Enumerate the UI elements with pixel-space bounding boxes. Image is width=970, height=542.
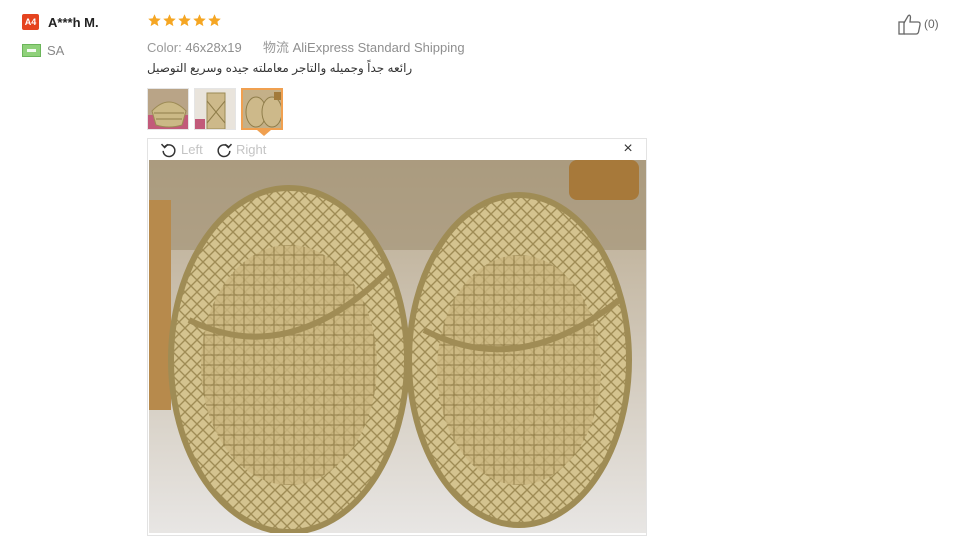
reviewer-country: SA: [47, 42, 65, 58]
active-thumbnail-caret: [257, 130, 271, 136]
viewer-toolbar: Left Right ×: [148, 139, 646, 160]
reviewer-row: A4 A***h M.: [22, 13, 142, 31]
star-icon: [193, 14, 206, 27]
star-rating: [147, 13, 222, 28]
review-thumbnails: [147, 88, 288, 130]
flag-icon: [22, 43, 41, 57]
rotate-left-label: Left: [181, 142, 203, 157]
review-thumbnail-active[interactable]: [241, 88, 283, 130]
thumbs-up-icon: [898, 14, 921, 35]
rotate-left-icon: [160, 143, 176, 157]
basket-photo-thumbnail: [148, 89, 188, 129]
avatar: A4: [22, 14, 39, 30]
star-icon: [148, 14, 161, 27]
shipping-label: 物流: [262, 40, 289, 55]
star-icon: [208, 14, 221, 27]
reviewer-name: A***h M.: [48, 14, 99, 30]
reviewer-info: A4 A***h M. SA: [22, 13, 142, 58]
rotate-right-icon: [217, 143, 233, 157]
image-viewer: Left Right ×: [147, 138, 647, 536]
review-photo: [149, 160, 646, 533]
rotate-right-label: Right: [236, 142, 267, 157]
basket-photo: [149, 160, 646, 533]
review-text: رائعه جداً وجميله والتاجر معاملته جيده و…: [147, 61, 413, 75]
helpful-count: (0): [924, 17, 939, 31]
reviewer-country-row: SA: [22, 42, 142, 58]
star-icon: [178, 14, 191, 27]
basket-photo-thumbnail: [195, 89, 235, 129]
order-info: Color: 46x28x19 物流 AliExpress Standard S…: [147, 37, 465, 56]
helpful-button[interactable]: (0): [898, 13, 939, 35]
rotate-right-button[interactable]: Right: [214, 139, 266, 160]
basket-photo-thumbnail: [243, 90, 281, 128]
review-thumbnail[interactable]: [147, 88, 189, 130]
review-thumbnail[interactable]: [194, 88, 236, 130]
close-viewer-button[interactable]: ×: [621, 140, 635, 157]
star-icon: [163, 14, 176, 27]
color-value: 46x28x19: [185, 40, 242, 55]
shipping-value: AliExpress Standard Shipping: [292, 40, 465, 55]
color-label: Color:: [147, 40, 182, 55]
rotate-left-button[interactable]: Left: [159, 139, 203, 160]
